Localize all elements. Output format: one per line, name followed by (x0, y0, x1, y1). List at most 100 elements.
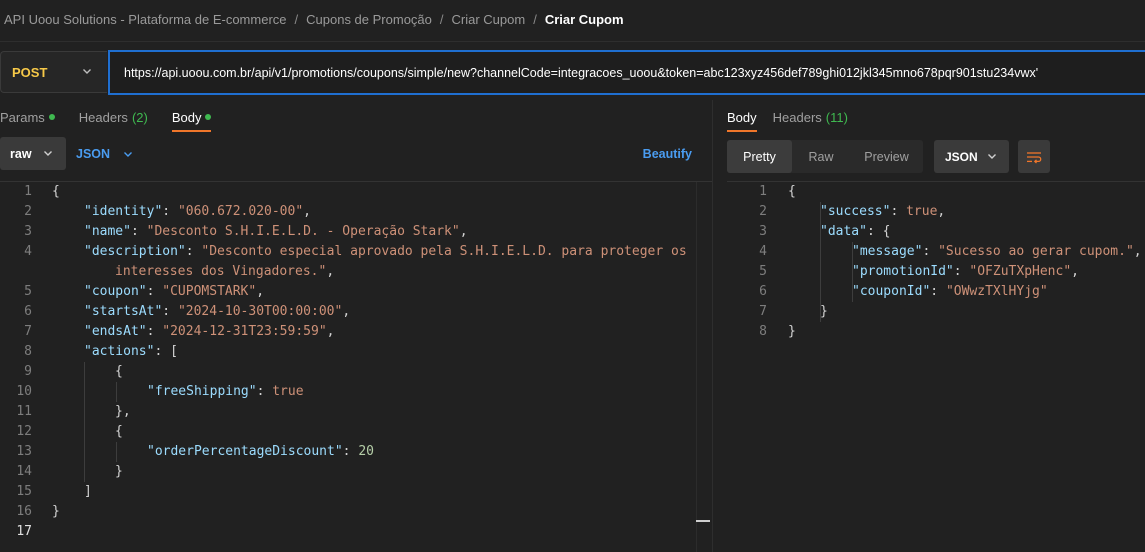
code-line: } (820, 304, 828, 319)
body-options-bar: raw JSON Beautify (0, 137, 712, 171)
body-language-label: JSON (76, 146, 111, 161)
method-select[interactable]: POST (0, 51, 107, 93)
code-line: "startsAt": "2024-10-30T00:00:00", (84, 304, 351, 319)
line-number: 8 (759, 324, 767, 339)
pane-splitter[interactable] (712, 100, 713, 552)
tab-params[interactable]: Params (0, 104, 55, 130)
headers-count: (2) (131, 109, 148, 125)
code-line: "name": "Desconto S.H.I.E.L.D. - Operaçã… (84, 224, 468, 239)
wrap-lines-icon (1027, 151, 1042, 163)
line-number: 7 (24, 324, 32, 339)
code-line: "success": true, (820, 204, 946, 219)
line-number: 6 (759, 284, 767, 299)
line-number: 9 (24, 364, 32, 379)
breadcrumb-item-workspace[interactable]: API Uoou Solutions - Plataforma de E-com… (4, 12, 287, 27)
response-body-viewer[interactable]: 1 2 3 4 5 6 7 8 { "success": true, "data… (727, 182, 1145, 552)
response-language-select[interactable]: JSON (934, 140, 1009, 173)
line-number: 7 (759, 304, 767, 319)
view-pretty[interactable]: Pretty (727, 140, 792, 173)
tab-response-body[interactable]: Body (727, 104, 757, 132)
code-line: }, (115, 404, 131, 419)
indent-guide (116, 442, 117, 462)
code-line: "data": { (820, 224, 891, 239)
chevron-down-icon (44, 151, 52, 156)
code-line: "endsAt": "2024-12-31T23:59:59", (84, 324, 335, 339)
indent-guide (84, 362, 85, 482)
response-headers-count: (11) (825, 109, 848, 125)
tab-response-headers-label: Headers (772, 109, 822, 125)
line-number: 11 (16, 404, 32, 419)
line-number: 10 (16, 384, 32, 399)
line-number: 13 (16, 444, 32, 459)
line-number: 4 (24, 244, 32, 259)
editor-scrollbar[interactable] (696, 182, 697, 552)
request-body-editor[interactable]: 1 2 3 4 5 6 7 8 9 10 11 12 13 14 15 16 1… (0, 182, 696, 552)
tab-body-label: Body (171, 109, 202, 125)
line-number: 12 (16, 424, 32, 439)
body-mode-label: raw (10, 146, 32, 161)
line-number: 2 (24, 204, 32, 219)
header-divider (0, 41, 1145, 42)
tab-body[interactable]: Body (171, 104, 212, 132)
line-number: 3 (759, 224, 767, 239)
request-tabs: Params Headers (2) Body (0, 104, 235, 132)
response-view-switch: Pretty Raw Preview (727, 140, 923, 173)
code-line: { (115, 424, 123, 439)
code-line-wrapped: interesses dos Vingadores.", (115, 264, 335, 279)
line-number: 5 (24, 284, 32, 299)
code-line: { (788, 184, 796, 199)
line-number: 1 (759, 184, 767, 199)
code-line: "orderPercentageDiscount": 20 (147, 444, 374, 459)
line-number: 15 (16, 484, 32, 499)
method-label: POST (12, 64, 48, 80)
body-language-select[interactable]: JSON (76, 137, 134, 170)
tab-headers-label: Headers (78, 109, 128, 125)
view-preview[interactable]: Preview (850, 140, 923, 173)
tab-response-body-label: Body (727, 109, 757, 125)
response-language-label: JSON (945, 149, 978, 164)
line-number: 2 (759, 204, 767, 219)
chevron-down-icon (83, 69, 91, 74)
breadcrumb-item-subfolder[interactable]: Criar Cupom (452, 12, 526, 27)
code-line: "description": "Desconto especial aprova… (84, 244, 687, 259)
line-number: 16 (16, 504, 32, 519)
line-number: 3 (24, 224, 32, 239)
request-url-bar: POST https://api.uoou.com.br/api/v1/prom… (0, 50, 1145, 95)
line-number: 1 (24, 184, 32, 199)
line-number: 8 (24, 344, 32, 359)
indent-guide (116, 382, 117, 402)
code-line: "identity": "060.672.020-00", (84, 204, 311, 219)
code-line: "actions": [ (84, 344, 178, 359)
active-tab-underline (171, 130, 212, 132)
view-raw[interactable]: Raw (792, 140, 850, 173)
beautify-button[interactable]: Beautify (643, 137, 692, 170)
breadcrumb: API Uoou Solutions - Plataforma de E-com… (0, 0, 1145, 38)
code-line: } (52, 504, 60, 519)
line-number-current: 17 (16, 524, 32, 539)
code-line: { (115, 364, 123, 379)
code-line: "freeShipping": true (147, 384, 304, 399)
line-number: 5 (759, 264, 767, 279)
chevron-down-icon (988, 154, 996, 159)
breadcrumb-separator: / (294, 11, 299, 27)
breadcrumb-item-folder[interactable]: Cupons de Promoção (306, 12, 432, 27)
breadcrumb-separator: / (439, 11, 444, 27)
body-indicator-dot (205, 114, 212, 120)
breadcrumb-current-request[interactable]: Criar Cupom (545, 12, 624, 27)
url-input[interactable]: https://api.uoou.com.br/api/v1/promotion… (108, 50, 1145, 95)
scrollbar-position-marker (696, 520, 710, 522)
tab-headers[interactable]: Headers (2) (79, 104, 148, 130)
breadcrumb-separator: / (533, 11, 537, 27)
tab-response-headers[interactable]: Headers (11) (773, 104, 848, 130)
code-line: } (788, 324, 796, 339)
chevron-down-icon (124, 151, 133, 157)
line-number: 14 (16, 464, 32, 479)
wrap-lines-button[interactable] (1018, 140, 1050, 173)
body-mode-select[interactable]: raw (0, 137, 66, 170)
line-number: 6 (24, 304, 32, 319)
tab-params-label: Params (0, 109, 45, 125)
params-indicator-dot (48, 114, 55, 120)
active-tab-underline (727, 130, 757, 132)
code-line: { (52, 184, 60, 199)
code-line: } (115, 464, 123, 479)
